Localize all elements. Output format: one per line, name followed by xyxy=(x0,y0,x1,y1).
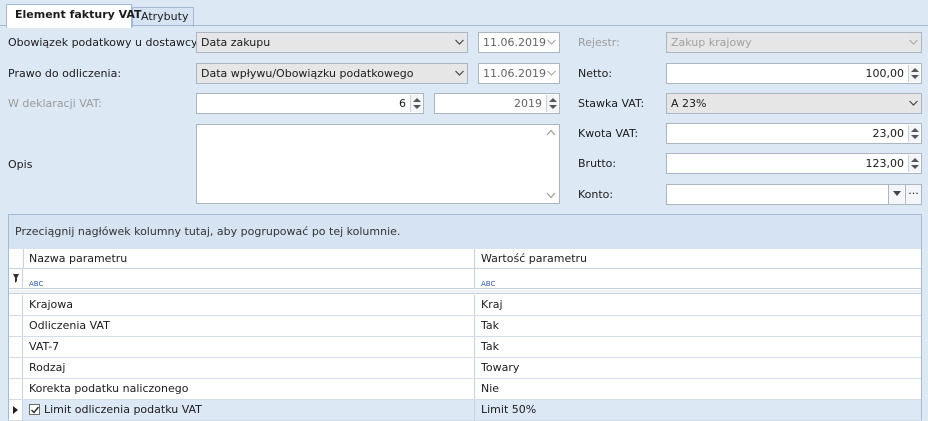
cell-wartosc: Nie xyxy=(481,382,500,395)
netto-input[interactable]: 100,00 xyxy=(666,63,922,84)
konto-input[interactable]: ··· xyxy=(666,184,922,205)
cell-wartosc: Kraj xyxy=(481,298,503,311)
row-indicator xyxy=(9,316,23,336)
table-row[interactable]: Korekta podatku naliczonego Nie xyxy=(9,379,921,400)
checkmark-icon xyxy=(30,406,40,414)
filter-cell-nazwa[interactable]: ABC xyxy=(23,269,475,288)
table-row[interactable]: Odliczenia VAT Tak xyxy=(9,316,921,337)
chevron-down-icon xyxy=(909,99,918,107)
column-header-nazwa[interactable]: Nazwa parametru xyxy=(23,249,475,268)
deklaracja-year-value: 2019 xyxy=(514,97,542,110)
stawka-select[interactable]: A 23% xyxy=(666,93,922,114)
filter-pin-icon xyxy=(13,274,19,283)
group-by-panel[interactable]: Przeciągnij nagłówek kolumny tutaj, aby … xyxy=(9,215,921,249)
netto-value: 100,00 xyxy=(865,67,905,80)
table-row[interactable]: Rodzaj Towary xyxy=(9,358,921,379)
kwota-input[interactable]: 23,00 xyxy=(666,123,922,144)
obowiazek-select[interactable]: Data zakupu xyxy=(196,32,468,53)
opis-textarea[interactable] xyxy=(196,124,560,204)
brutto-label: Brutto: xyxy=(578,157,617,170)
grid-header: Nazwa parametru Wartość parametru xyxy=(9,249,921,269)
cell-wartosc: Tak xyxy=(481,319,500,332)
cell-nazwa-text: Limit odliczenia podatku VAT xyxy=(44,403,202,416)
parameters-grid: Przeciągnij nagłówek kolumny tutaj, aby … xyxy=(8,214,922,421)
cell-wartosc: Limit 50% xyxy=(481,403,537,416)
prawo-date[interactable]: 11.06.2019 xyxy=(478,63,560,84)
row-indicator xyxy=(9,400,23,420)
obowiazek-value: Data zakupu xyxy=(201,36,271,49)
prawo-date-value: 11.06.2019 xyxy=(483,67,546,80)
deklaracja-label: W deklaracji VAT: xyxy=(8,97,102,110)
cell-nazwa: Limit odliczenia podatku VAT xyxy=(23,400,202,420)
obowiazek-date-value: 11.06.2019 xyxy=(483,36,546,49)
row-indicator xyxy=(9,358,23,378)
cell-wartosc: Tak xyxy=(481,340,500,353)
tab-element-faktury-vat[interactable]: Element faktury VAT xyxy=(6,4,142,28)
filter-row-indicator xyxy=(9,269,23,288)
row-indicator xyxy=(9,379,23,399)
brutto-spinner[interactable] xyxy=(908,155,920,172)
opis-scrollbar[interactable] xyxy=(543,125,559,203)
stawka-value: A 23% xyxy=(671,97,707,110)
konto-more-button[interactable]: ··· xyxy=(905,185,921,204)
deklaracja-month-input[interactable]: 6 xyxy=(196,93,424,114)
prawo-select[interactable]: Data wpływu/Obowiązku podatkowego xyxy=(196,63,468,84)
row-indicator xyxy=(9,295,23,315)
kwota-value: 23,00 xyxy=(872,127,905,140)
netto-label: Netto: xyxy=(578,67,613,80)
cell-nazwa: Krajowa xyxy=(29,298,73,311)
chevron-down-icon xyxy=(547,38,556,46)
row-indicator xyxy=(9,337,23,357)
cell-nazwa: Korekta podatku naliczonego xyxy=(29,382,189,395)
obowiazek-date[interactable]: 11.06.2019 xyxy=(478,32,560,53)
table-row-focused[interactable]: Limit odliczenia podatku VAT Limit 50% xyxy=(9,400,921,421)
cell-nazwa: Rodzaj xyxy=(29,361,66,374)
brutto-input[interactable]: 123,00 xyxy=(666,153,922,174)
netto-spinner[interactable] xyxy=(908,65,920,82)
year-spinner[interactable] xyxy=(546,95,558,112)
chevron-down-icon xyxy=(455,69,464,77)
limit-checkbox[interactable] xyxy=(29,404,40,415)
table-row[interactable]: VAT-7 Tak xyxy=(9,337,921,358)
konto-label: Konto: xyxy=(578,188,614,201)
table-row[interactable]: Krajowa Kraj xyxy=(9,295,921,316)
rejestr-value: Zakup krajowy xyxy=(671,36,752,49)
deklaracja-year-input[interactable]: 2019 xyxy=(434,93,560,114)
chevron-down-icon xyxy=(455,38,464,46)
caret-down-icon xyxy=(892,191,901,196)
filter-separator xyxy=(9,290,921,294)
current-row-arrow-icon xyxy=(13,406,18,414)
deklaracja-month-value: 6 xyxy=(399,97,406,110)
scroll-up-icon xyxy=(546,129,556,136)
kwota-label: Kwota VAT: xyxy=(578,127,639,140)
month-spinner[interactable] xyxy=(410,95,422,112)
prawo-value: Data wpływu/Obowiązku podatkowego xyxy=(201,67,414,80)
obowiazek-label: Obowiązek podatkowy u dostawcy: xyxy=(8,36,201,49)
chevron-down-icon xyxy=(547,69,556,77)
cell-nazwa: Odliczenia VAT xyxy=(29,319,110,332)
kwota-spinner[interactable] xyxy=(908,125,920,142)
scroll-down-icon xyxy=(546,192,556,199)
opis-label: Opis xyxy=(8,158,33,171)
cell-nazwa: VAT-7 xyxy=(29,340,60,353)
chevron-down-icon xyxy=(909,38,918,46)
rejestr-label: Rejestr: xyxy=(578,36,620,49)
cell-wartosc: Towary xyxy=(481,361,520,374)
filter-cell-wartosc[interactable]: ABC xyxy=(475,269,921,288)
prawo-label: Prawo do odliczenia: xyxy=(8,67,122,80)
filter-row: ABC ABC xyxy=(9,269,921,289)
brutto-value: 123,00 xyxy=(865,157,905,170)
konto-dropdown-button[interactable] xyxy=(888,185,904,204)
rejestr-select: Zakup krajowy xyxy=(666,32,922,53)
stawka-label: Stawka VAT: xyxy=(578,97,645,110)
column-header-wartosc[interactable]: Wartość parametru xyxy=(475,249,921,268)
